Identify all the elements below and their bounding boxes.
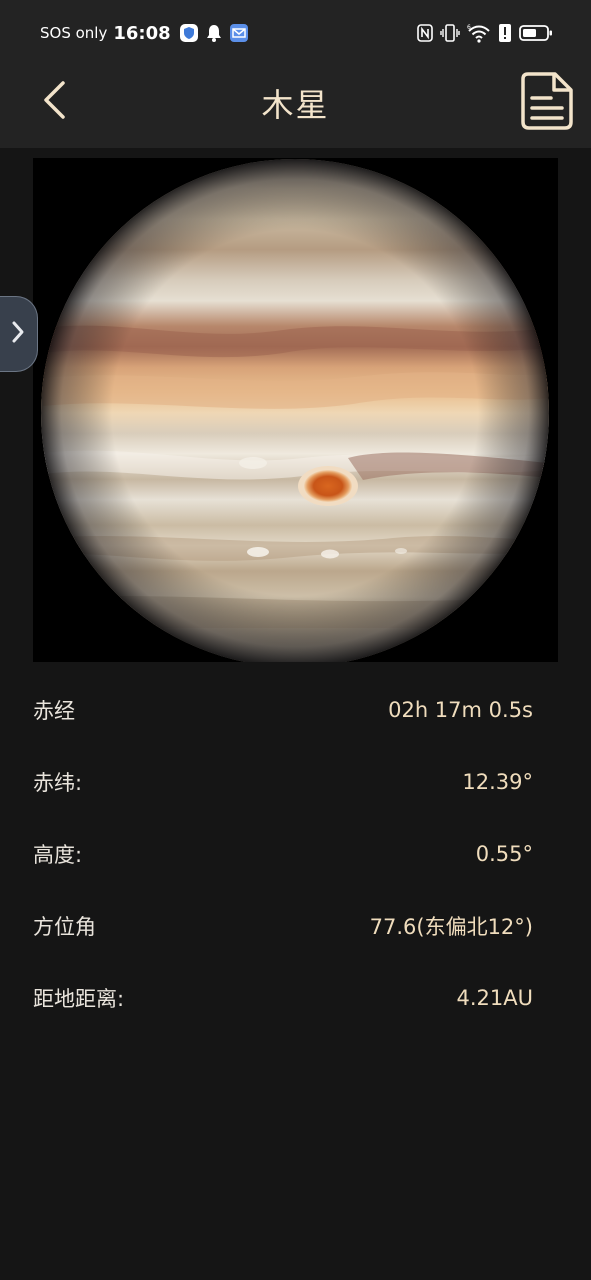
info-row-right-ascension: 赤经 02h 17m 0.5s (33, 674, 533, 746)
vibrate-icon (440, 23, 460, 43)
page-title: 木星 (261, 86, 330, 124)
info-row-declination: 赤纬: 12.39° (33, 746, 533, 818)
svg-text:6: 6 (467, 24, 471, 31)
side-panel-toggle[interactable] (0, 296, 38, 372)
document-icon (519, 71, 575, 135)
info-row-azimuth: 方位角 77.6(东偏北12°) (33, 890, 533, 962)
alert-icon (498, 23, 512, 43)
declination-value: 12.39° (462, 770, 533, 794)
chevron-right-icon (11, 320, 25, 348)
wifi-icon: 6 (467, 23, 491, 43)
shield-icon (179, 23, 199, 43)
clock-time: 16:08 (113, 22, 171, 44)
battery-icon (519, 23, 553, 43)
status-right-group: 6 (417, 20, 553, 46)
planet-image (33, 158, 558, 662)
info-row-distance: 距地距离: 4.21AU (33, 962, 533, 1034)
status-bar: SOS only 16:08 6 (0, 0, 591, 66)
nfc-icon (417, 24, 433, 42)
bell-icon (205, 23, 223, 43)
azimuth-label: 方位角 (33, 915, 96, 939)
azimuth-value: 77.6(东偏北12°) (369, 915, 533, 939)
declination-label: 赤纬: (33, 771, 83, 795)
distance-label: 距地距离: (33, 987, 125, 1011)
altitude-label: 高度: (33, 843, 83, 867)
mail-icon (229, 23, 249, 43)
altitude-value: 0.55° (475, 842, 533, 866)
jupiter-illustration (33, 158, 558, 662)
distance-value: 4.21AU (456, 986, 534, 1010)
info-list: 赤经 02h 17m 0.5s 赤纬: 12.39° 高度: 0.55° 方位角… (33, 674, 533, 1034)
info-row-altitude: 高度: 0.55° (33, 818, 533, 890)
right-ascension-label: 赤经 (33, 699, 75, 723)
document-button[interactable] (517, 70, 577, 136)
app-bar: 木星 (0, 66, 591, 148)
status-left-group: SOS only 16:08 (40, 20, 249, 46)
right-ascension-value: 02h 17m 0.5s (388, 698, 533, 722)
carrier-text: SOS only (40, 24, 108, 42)
